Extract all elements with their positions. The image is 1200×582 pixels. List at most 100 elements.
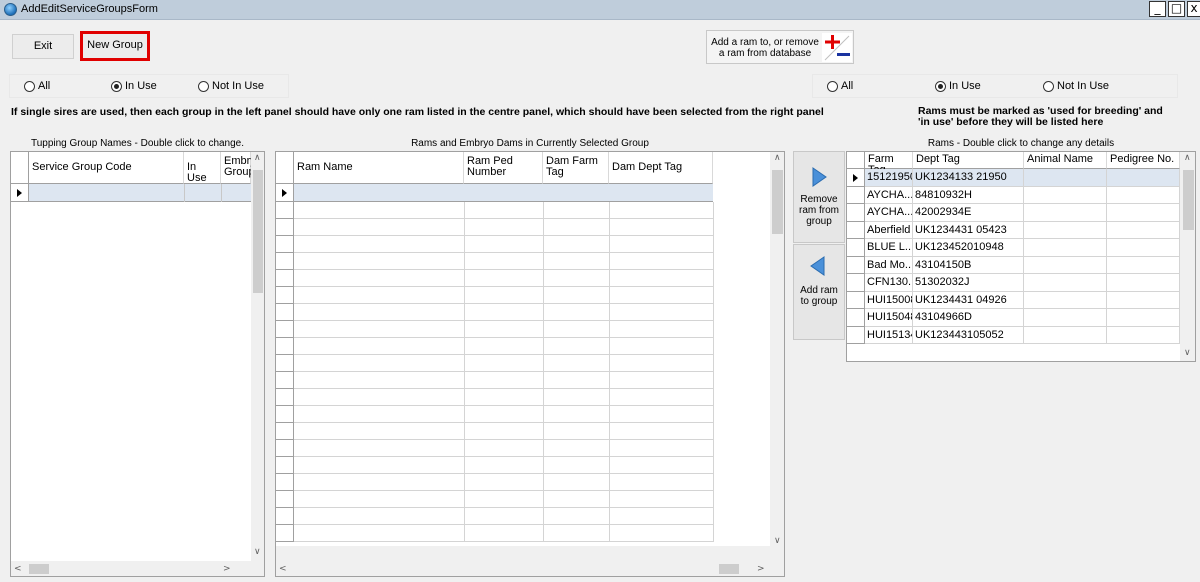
table-cell[interactable] <box>1107 221 1180 239</box>
row-header[interactable] <box>276 440 294 457</box>
add-remove-ram-button[interactable]: Add a ram to, or remove a ram from datab… <box>706 30 854 64</box>
row-header[interactable] <box>847 204 865 222</box>
table-cell[interactable] <box>1024 239 1107 257</box>
row-header[interactable] <box>276 236 294 253</box>
row-header[interactable] <box>276 423 294 440</box>
row-header[interactable] <box>276 219 294 236</box>
row-header[interactable] <box>276 474 294 491</box>
add-ram-to-group-button[interactable]: Add ram to group <box>793 244 845 340</box>
col-header-farm-tag[interactable]: Farm Tag <box>865 152 913 176</box>
scroll-left-icon[interactable]: < <box>14 564 22 574</box>
table-cell[interactable] <box>1024 256 1107 274</box>
table-row[interactable] <box>276 457 714 474</box>
table-cell[interactable]: BLUE L... <box>865 239 913 257</box>
row-header[interactable] <box>847 326 865 344</box>
table-cell[interactable] <box>1107 326 1180 344</box>
remove-ram-from-group-button[interactable]: Remove ram from group <box>793 151 845 243</box>
left-filter-not-in-use[interactable]: Not In Use <box>198 80 264 92</box>
scroll-down-icon[interactable]: ∨ <box>254 547 261 557</box>
table-row[interactable]: Aberfield UK1234431 05423 <box>847 221 1180 239</box>
table-cell[interactable] <box>1024 221 1107 239</box>
col-header-ram-ped-number[interactable]: Ram Ped Number <box>464 152 543 184</box>
table-row[interactable] <box>276 440 714 457</box>
table-cell[interactable]: AYCHA... <box>865 204 913 222</box>
table-cell[interactable]: CFN130... <box>865 274 913 292</box>
table-cell[interactable] <box>1107 256 1180 274</box>
scroll-down-icon[interactable]: ∨ <box>774 536 781 546</box>
right-filter-all[interactable]: All <box>827 80 853 92</box>
table-row[interactable]: 15121950 UK1234133 21950 <box>847 169 1180 187</box>
right-vertical-scrollbar[interactable]: ∧ ∨ <box>1180 152 1195 361</box>
row-header[interactable] <box>847 221 865 239</box>
scroll-thumb[interactable] <box>29 564 49 574</box>
col-header-embryo-group[interactable]: Embryo Group <box>221 152 262 184</box>
table-row[interactable] <box>276 389 714 406</box>
row-header[interactable] <box>276 491 294 508</box>
table-row[interactable] <box>276 491 714 508</box>
col-header-dept-tag[interactable]: Dept Tag <box>913 152 1024 169</box>
table-row[interactable] <box>276 525 714 542</box>
table-cell[interactable]: 51302032J <box>913 274 1024 292</box>
table-cell[interactable]: 43104966D <box>913 309 1024 327</box>
table-row[interactable] <box>276 423 714 440</box>
row-header[interactable] <box>847 309 865 327</box>
rams-grid[interactable]: Farm Tag Dept Tag Animal Name Pedigree N… <box>846 151 1196 362</box>
current-row-indicator[interactable] <box>276 184 294 202</box>
row-header[interactable] <box>276 389 294 406</box>
table-cell[interactable]: Bad Mo... <box>865 256 913 274</box>
row-header[interactable] <box>847 169 865 187</box>
table-row[interactable]: Bad Mo... 43104150B <box>847 256 1180 274</box>
table-cell[interactable]: UK1234431 04926 <box>913 291 1024 309</box>
table-row[interactable] <box>276 270 714 287</box>
table-cell[interactable] <box>1107 169 1180 187</box>
scroll-up-icon[interactable]: ∧ <box>774 153 781 163</box>
table-row[interactable] <box>276 236 714 253</box>
rams-in-group-grid[interactable]: Ram Name Ram Ped Number Dam Farm Tag Dam… <box>275 151 785 577</box>
centre-vertical-scrollbar[interactable]: ∧ ∨ <box>770 152 784 561</box>
scroll-up-icon[interactable]: ∧ <box>254 153 261 163</box>
table-cell[interactable]: HUI15048 <box>865 309 913 327</box>
scroll-thumb[interactable] <box>719 564 739 574</box>
table-cell[interactable] <box>1107 309 1180 327</box>
row-header[interactable] <box>276 372 294 389</box>
table-row[interactable]: HUI15048 43104966D <box>847 309 1180 327</box>
table-row[interactable] <box>276 287 714 304</box>
table-cell[interactable]: HUI15134 <box>865 326 913 344</box>
scroll-thumb[interactable] <box>253 170 263 293</box>
table-row[interactable]: AYCHA... 42002934E <box>847 204 1180 222</box>
table-cell[interactable]: UK123452010948 <box>913 239 1024 257</box>
new-group-button[interactable]: New Group <box>83 34 147 58</box>
scroll-up-icon[interactable]: ∧ <box>1184 153 1191 163</box>
col-header-pedigree-no[interactable]: Pedigree No. <box>1107 152 1180 169</box>
table-cell[interactable] <box>1107 204 1180 222</box>
row-header[interactable] <box>847 239 865 257</box>
table-cell[interactable]: Aberfield <box>865 221 913 239</box>
row-header[interactable] <box>276 202 294 219</box>
row-header[interactable] <box>276 525 294 542</box>
table-cell[interactable] <box>1024 186 1107 204</box>
tupping-groups-grid[interactable]: Service Group Code In Use Embryo Group ∧… <box>10 151 265 577</box>
selected-row[interactable] <box>294 184 713 202</box>
left-vertical-scrollbar[interactable]: ∧ ∨ <box>251 152 264 561</box>
table-cell[interactable] <box>1024 291 1107 309</box>
row-header[interactable] <box>276 304 294 321</box>
row-header[interactable] <box>847 291 865 309</box>
table-row[interactable] <box>276 406 714 423</box>
table-row[interactable]: CFN130... 51302032J <box>847 274 1180 292</box>
table-cell[interactable]: UK123443105052 <box>913 326 1024 344</box>
row-header[interactable] <box>276 355 294 372</box>
scroll-left-icon[interactable]: < <box>279 564 287 574</box>
col-header-service-group-code[interactable]: Service Group Code <box>29 152 184 184</box>
row-header[interactable] <box>847 274 865 292</box>
table-cell[interactable] <box>1024 326 1107 344</box>
table-cell[interactable]: AYCHA... <box>865 186 913 204</box>
table-row[interactable] <box>276 304 714 321</box>
row-header[interactable] <box>276 270 294 287</box>
col-header-dam-dept-tag[interactable]: Dam Dept Tag <box>609 152 713 184</box>
left-filter-all[interactable]: All <box>24 80 50 92</box>
table-row[interactable] <box>276 219 714 236</box>
table-row[interactable]: BLUE L... UK123452010948 <box>847 239 1180 257</box>
table-cell[interactable]: 42002934E <box>913 204 1024 222</box>
row-header[interactable] <box>276 457 294 474</box>
table-cell[interactable]: UK1234133 21950 <box>913 169 1024 187</box>
